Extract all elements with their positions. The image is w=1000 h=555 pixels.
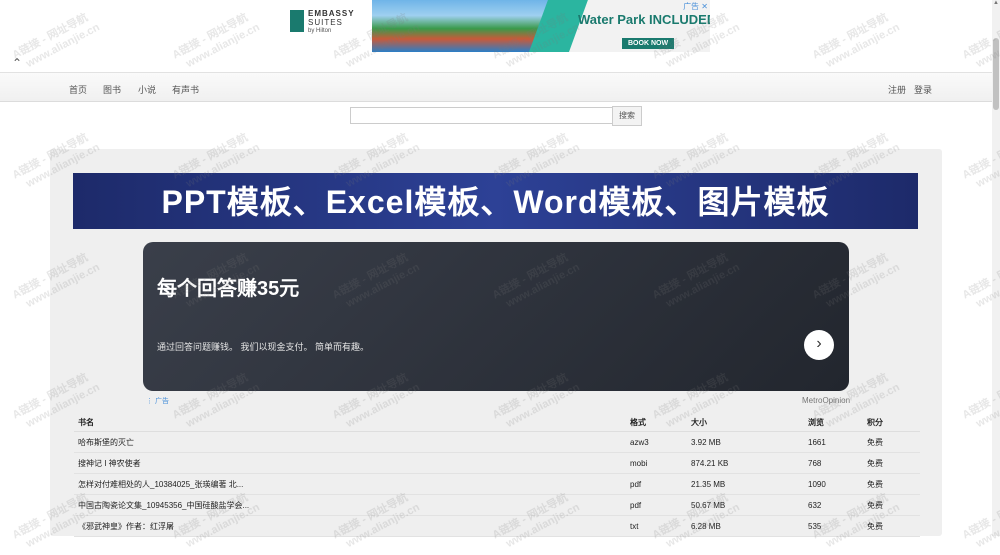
template-banner[interactable]: PPT模板、Excel模板、Word模板、图片模板	[73, 173, 918, 229]
scroll-up-icon[interactable]: ▲	[992, 0, 1000, 10]
scrollbar-thumb[interactable]	[993, 38, 999, 110]
register-link[interactable]: 注册	[888, 83, 906, 96]
ad-card-headline: 每个回答赚35元	[157, 278, 300, 300]
top-navbar: 首页 图书 小说 有声书 注册 登录	[0, 72, 992, 102]
table-row[interactable]: 搜神记 I 神农使者 mobi 874.21 KB 768 免费	[74, 452, 920, 474]
ad-label: ⋮ 广告	[146, 398, 169, 405]
column-header-title: 书名	[74, 414, 626, 432]
book-points: 免费	[863, 452, 920, 474]
search-input[interactable]	[350, 107, 616, 124]
book-size: 21.35 MB	[687, 473, 804, 495]
ad-source[interactable]: MetroOpinion	[802, 396, 850, 405]
logo-line1: EMBASSY	[308, 9, 355, 18]
book-points: 免费	[863, 494, 920, 516]
ad-card-body: 通过回答问题赚钱。 我们以现金支付。 简单而有趣。	[157, 342, 370, 352]
book-points: 免费	[863, 473, 920, 495]
search-button[interactable]: 搜索	[612, 106, 642, 126]
column-header-format: 格式	[626, 414, 687, 432]
book-title-link[interactable]: 哈布斯堡的灭亡	[74, 431, 626, 453]
book-now-button[interactable]: BOOK NOW	[622, 38, 675, 49]
book-format: mobi	[626, 452, 687, 474]
book-size: 50.67 MB	[687, 494, 804, 516]
page-scrollbar[interactable]: ▲	[992, 0, 1000, 536]
table-header-row: 书名 格式 大小 浏览 积分	[74, 414, 920, 432]
book-title-link[interactable]: 《邪武神皇》作者：红浮屠	[74, 515, 626, 537]
column-header-views: 浏览	[804, 414, 863, 432]
watermark-text: A链接 - 网址导航www.alianjie.cn	[10, 11, 102, 71]
book-title-link[interactable]: 怎样对付难相处的人_10384025_张瑛编著 北...	[74, 473, 626, 495]
book-format: pdf	[626, 473, 687, 495]
banner-text: PPT模板、Excel模板、Word模板、图片模板	[161, 184, 830, 220]
logo-line3: by Hilton	[308, 28, 332, 34]
book-title-link[interactable]: 中国古陶瓷论文集_10945356_中国硅酸盐学会...	[74, 494, 626, 516]
book-views: 632	[804, 494, 863, 516]
book-views: 768	[804, 452, 863, 474]
nav-item-audiobooks[interactable]: 有声书	[172, 83, 199, 96]
book-points: 免费	[863, 515, 920, 537]
table-row[interactable]: 怎样对付难相处的人_10384025_张瑛编著 北... pdf 21.35 M…	[74, 473, 920, 495]
login-link[interactable]: 登录	[914, 83, 932, 96]
ad-headline: Water Park INCLUDED!	[578, 12, 710, 27]
water-park-photo	[372, 0, 552, 52]
book-size: 3.92 MB	[687, 431, 804, 453]
book-size: 6.28 MB	[687, 515, 804, 537]
table-row[interactable]: 《邪武神皇》作者：红浮屠 txt 6.28 MB 535 免费	[74, 515, 920, 537]
hotel-logo-icon	[290, 10, 304, 32]
book-views: 1661	[804, 431, 863, 453]
book-title-link[interactable]: 搜神记 I 神农使者	[74, 452, 626, 474]
nav-item-books[interactable]: 图书	[103, 83, 121, 96]
column-header-points: 积分	[863, 414, 920, 432]
watermark-text: A链接 - 网址导航www.alianjie.cn	[170, 11, 262, 71]
survey-ad-card[interactable]: 每个回答赚35元 通过回答问题赚钱。 我们以现金支付。 简单而有趣。 ›	[143, 242, 849, 391]
book-views: 1090	[804, 473, 863, 495]
book-format: pdf	[626, 494, 687, 516]
table-row[interactable]: 中国古陶瓷论文集_10945356_中国硅酸盐学会... pdf 50.67 M…	[74, 494, 920, 516]
embassy-suites-logo: EMBASSY SUITES by Hilton	[282, 0, 372, 52]
nav-item-novels[interactable]: 小说	[138, 83, 156, 96]
book-views: 535	[804, 515, 863, 537]
nav-item-home[interactable]: 首页	[69, 83, 87, 96]
book-format: txt	[626, 515, 687, 537]
close-icon[interactable]: ✕	[701, 2, 708, 11]
ad-mark: 广告	[683, 2, 700, 11]
top-ad-banner[interactable]: EMBASSY SUITES by Hilton Water Park INCL…	[282, 0, 710, 52]
watermark-text: A链接 - 网址导航www.alianjie.cn	[810, 11, 902, 71]
ad-label-text: 广告	[154, 398, 169, 405]
book-format: azw3	[626, 431, 687, 453]
arrow-right-icon[interactable]: ›	[804, 330, 834, 360]
book-points: 免费	[863, 431, 920, 453]
book-size: 874.21 KB	[687, 452, 804, 474]
chevron-up-icon[interactable]: ⌃	[12, 56, 22, 70]
logo-line2: SUITES	[308, 18, 343, 27]
ad-choices-icon[interactable]: 广告 ✕	[683, 1, 708, 12]
table-row[interactable]: 哈布斯堡的灭亡 azw3 3.92 MB 1661 免费	[74, 431, 920, 453]
column-header-size: 大小	[687, 414, 804, 432]
book-table: 书名 格式 大小 浏览 积分 哈布斯堡的灭亡 azw3 3.92 MB 1661…	[74, 414, 920, 537]
